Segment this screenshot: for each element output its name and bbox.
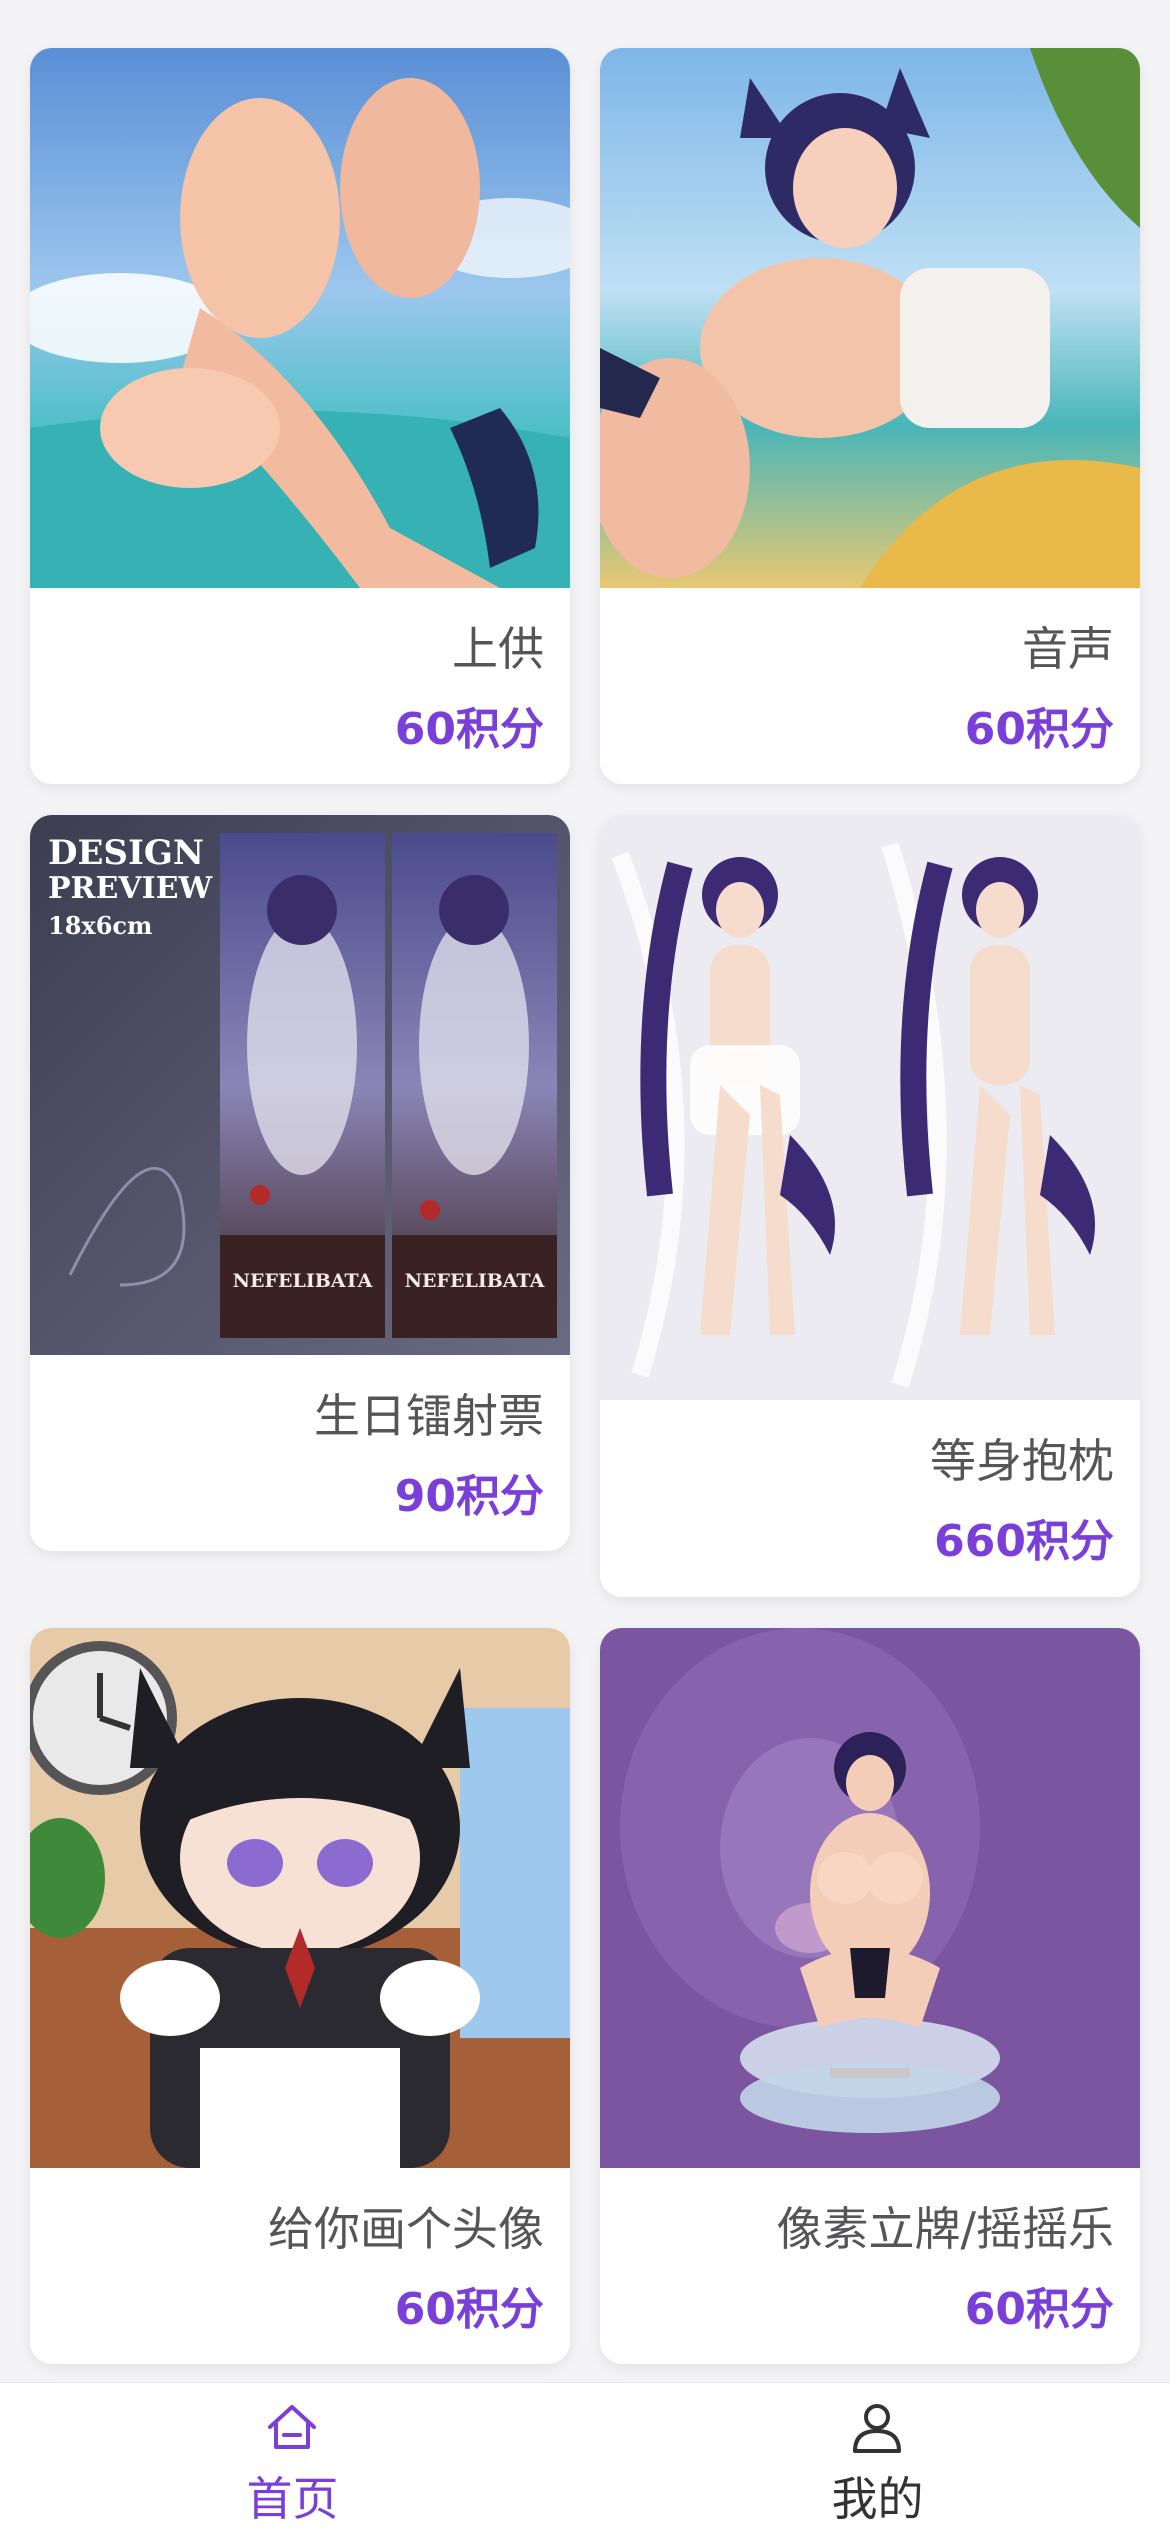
tab-home-label: 首页 [246, 2472, 339, 2526]
product-name: 上供 [452, 622, 544, 676]
product-image-body-pillow [600, 815, 1140, 1400]
product-name: 生日镭射票 [314, 1389, 544, 1443]
tab-mine-label: 我的 [831, 2472, 924, 2526]
product-price: 60积分 [394, 704, 544, 755]
product-name: 音声 [1022, 622, 1114, 676]
ticket-brand-label: NEFELIBATA [232, 1270, 373, 1292]
product-card[interactable]: 像素立牌/摇摇乐 60积分 [600, 1628, 1140, 2364]
tab-mine[interactable]: 我的 [585, 2383, 1170, 2533]
home-icon [262, 2397, 322, 2457]
design-preview-label: DESIGN [48, 833, 204, 873]
product-image-chibi-avatar [30, 1628, 570, 2168]
bottom-tab-bar: 首页 我的 [0, 2382, 1170, 2533]
product-price: 60积分 [964, 704, 1114, 755]
design-preview-label: PREVIEW [48, 871, 213, 906]
product-grid: 上供 60积分 音声 60积分 DESIGN PREVIEW 18x6cm NE… [0, 0, 1170, 2380]
product-name: 像素立牌/摇摇乐 [776, 2202, 1115, 2256]
product-price: 60积分 [964, 2284, 1114, 2335]
product-image-feet [30, 48, 570, 588]
product-price: 90积分 [394, 1471, 544, 1522]
product-price: 60积分 [394, 2284, 544, 2335]
product-image-laser-ticket: DESIGN PREVIEW 18x6cm NEFELIBATA NEFELIB… [30, 815, 570, 1355]
ticket-brand-label: NEFELIBATA [404, 1270, 545, 1292]
design-size-label: 18x6cm [48, 911, 153, 940]
product-image-pixel-standee [600, 1628, 1140, 2168]
product-card[interactable]: DESIGN PREVIEW 18x6cm NEFELIBATA NEFELIB… [30, 815, 570, 1551]
product-name: 给你画个头像 [268, 2202, 544, 2256]
product-price: 660积分 [934, 1516, 1114, 1567]
product-image-foxgirl-beach [600, 48, 1140, 588]
product-card[interactable]: 等身抱枕 660积分 [600, 815, 1140, 1597]
user-icon [847, 2397, 907, 2457]
product-name: 等身抱枕 [930, 1434, 1114, 1488]
product-card[interactable]: 给你画个头像 60积分 [30, 1628, 570, 2364]
product-card[interactable]: 音声 60积分 [600, 48, 1140, 784]
tab-home[interactable]: 首页 [0, 2383, 585, 2533]
product-card[interactable]: 上供 60积分 [30, 48, 570, 784]
